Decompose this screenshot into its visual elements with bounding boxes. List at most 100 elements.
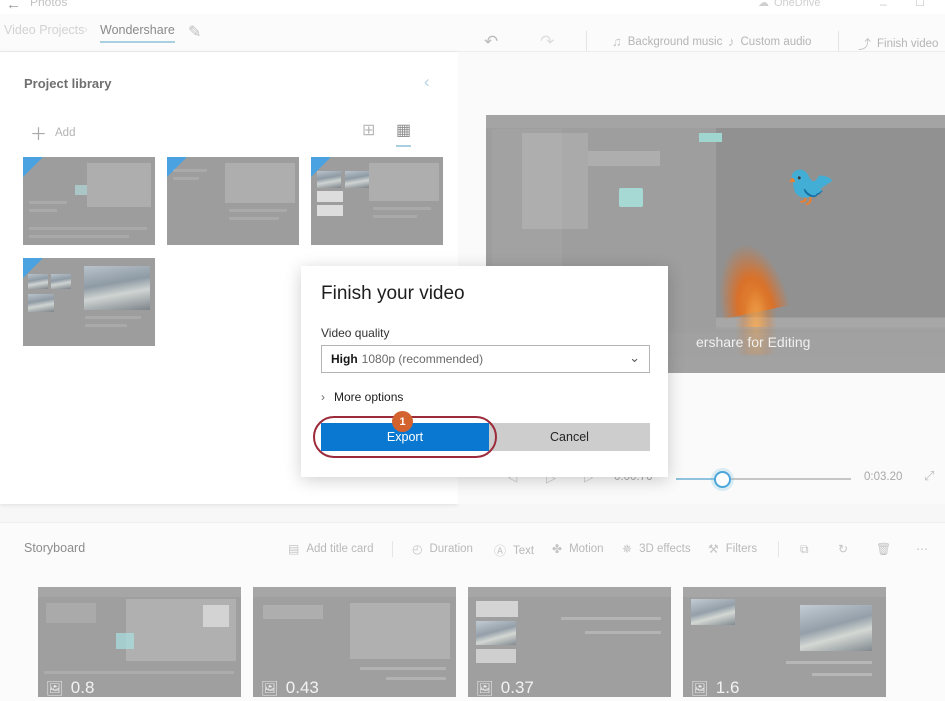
storyboard-divider-1 (392, 541, 393, 557)
add-title-card-button[interactable]: ▤ Add title card (288, 542, 373, 556)
storyboard-title: Storyboard (24, 541, 86, 555)
music-note-icon: ♫ (612, 34, 622, 49)
preview-content-topbar (486, 115, 945, 128)
chevron-down-icon: ⌄ (629, 350, 640, 365)
storyboard-clip-3[interactable]: 🖼 0.37 (468, 587, 671, 697)
clip-duration-2: 🖼 0.43 (261, 678, 319, 697)
grid-view-large-icon[interactable]: ▦ (396, 120, 412, 147)
text-label: Text (513, 544, 535, 557)
project-library-title: Project library (24, 76, 112, 91)
motion-label: Motion (569, 543, 604, 555)
custom-audio-label: Custom audio (740, 35, 812, 48)
share-export-icon: ⤴ (858, 37, 872, 52)
add-title-card-label: Add title card (306, 543, 374, 555)
three-d-effects-icon: ✵ (622, 542, 633, 556)
breadcrumb-separator: › (84, 24, 88, 36)
photos-video-editor-window: ← Photos ☁ OneDrive – ☐ Video Projects ›… (0, 0, 945, 701)
library-thumbnail-1[interactable] (23, 157, 155, 245)
storyboard-panel: Storyboard ▤ Add title card ◴ Duration Ⓐ… (0, 522, 945, 701)
image-icon: 🖼 (261, 679, 279, 696)
redo-button[interactable]: ↷ (540, 32, 554, 52)
clip-duration-4: 🖼 1.6 (691, 678, 739, 697)
undo-button[interactable]: ↶ (484, 32, 498, 52)
expand-diagonal-icon[interactable]: ⤢ (924, 468, 934, 484)
preview-content-button (699, 133, 722, 142)
image-icon: 🖼 (476, 679, 494, 696)
toolbar-divider-2 (838, 31, 839, 51)
clip-duration-value: 0.43 (285, 678, 319, 697)
storyboard-clip-1[interactable]: 🖼 0.8 (38, 587, 241, 697)
three-d-effects-button[interactable]: ✵ 3D effects (622, 542, 691, 556)
library-thumbnail-4[interactable] (23, 258, 155, 346)
background-music-label: Background music (627, 35, 723, 48)
filters-button[interactable]: ⚒ Filters (708, 542, 757, 556)
image-icon: 🖼 (46, 679, 64, 696)
video-quality-label: Video quality (321, 326, 390, 340)
onedrive-label: OneDrive (774, 0, 821, 9)
delete-button[interactable]: 🗑 (876, 542, 891, 556)
filters-icon: ⚒ (708, 542, 719, 556)
crop-icon: ⧉ (800, 542, 809, 556)
crop-button[interactable]: ⧉ (800, 542, 809, 557)
chevron-left-icon[interactable]: ‹ (424, 72, 430, 92)
pencil-icon[interactable]: ✎ (188, 22, 201, 42)
ellipsis-icon: ⋯ (916, 542, 928, 556)
video-quality-select[interactable]: High 1080p (recommended) ⌄ (321, 345, 650, 373)
more-button[interactable]: ⋯ (916, 542, 928, 556)
library-thumbnail-3[interactable] (311, 157, 443, 245)
clip-duration-value: 0.8 (70, 678, 95, 697)
three-d-effects-label: 3D effects (639, 543, 691, 555)
background-music-button[interactable]: ♫ Background music (612, 34, 722, 49)
plus-icon: ＋ (30, 125, 47, 144)
rotate-button[interactable]: ↻ (838, 542, 848, 556)
onedrive-status[interactable]: ☁ OneDrive (758, 0, 820, 9)
motion-icon: ✤ (552, 542, 563, 556)
storyboard-divider-2 (778, 541, 779, 557)
step-badge-1: 1 (392, 411, 413, 432)
bird-graphic: 🐦 (786, 164, 836, 208)
add-label: Add (55, 126, 76, 139)
library-thumbnail-2[interactable] (167, 157, 299, 245)
finish-video-button[interactable]: ⤴ Finish video (858, 34, 938, 53)
storyboard-clip-2[interactable]: 🖼 0.43 (253, 587, 456, 697)
back-arrow-icon[interactable]: ← (6, 0, 21, 13)
breadcrumb-video-projects[interactable]: Video Projects (4, 23, 84, 37)
finish-video-label: Finish video (877, 37, 939, 50)
text-button[interactable]: Ⓐ Text (494, 542, 534, 559)
image-icon: 🖼 (691, 679, 709, 696)
timeline-scrubber-handle[interactable] (714, 471, 731, 488)
total-time-label: 0:03.20 (864, 471, 903, 483)
duration-button[interactable]: ◴ Duration (412, 542, 473, 556)
chevron-right-icon: › (321, 390, 325, 404)
finish-video-dialog: Finish your video Video quality High 108… (301, 266, 668, 477)
preview-content-menu (522, 133, 588, 229)
text-icon: Ⓐ (494, 544, 507, 558)
clip-duration-3: 🖼 0.37 (476, 678, 534, 697)
dialog-title: Finish your video (321, 283, 465, 304)
toolbar-divider (586, 31, 587, 51)
preview-content-submenu (588, 151, 660, 166)
title-card-icon: ▤ (288, 542, 300, 556)
more-options-toggle[interactable]: › More options (321, 390, 403, 404)
grid-view-small-icon[interactable]: ⊞ (362, 120, 375, 140)
storyboard-clip-4[interactable]: 🖼 1.6 (683, 587, 886, 697)
cancel-button[interactable]: Cancel (489, 423, 650, 451)
clip-duration-value: 1.6 (715, 678, 740, 697)
custom-audio-button[interactable]: ♪ Custom audio (728, 34, 811, 49)
storyboard-clip-strip: 🖼 0.8 🖼 0.43 🖼 0.37 🖼 1.6 (38, 587, 886, 697)
breadcrumb-current-project[interactable]: Wondershare (100, 23, 175, 43)
minimize-button[interactable]: – (880, 0, 887, 11)
person-audio-icon: ♪ (728, 34, 735, 49)
selected-corner-icon (167, 157, 187, 177)
duration-label: Duration (429, 543, 473, 555)
rotate-icon: ↻ (838, 542, 849, 556)
more-options-label: More options (334, 390, 404, 404)
motion-button[interactable]: ✤ Motion (552, 542, 604, 556)
maximize-button[interactable]: ☐ (915, 0, 925, 9)
cloud-icon: ☁ (758, 0, 769, 9)
add-media-button[interactable]: ＋ Add (30, 120, 75, 145)
app-name-label: Photos (30, 0, 68, 9)
selected-corner-icon (23, 157, 43, 177)
breadcrumb-toolbar: Video Projects › Wondershare ✎ ↶ ↷ ♫ Bac… (0, 14, 945, 52)
quality-value-strong: High (331, 352, 358, 366)
